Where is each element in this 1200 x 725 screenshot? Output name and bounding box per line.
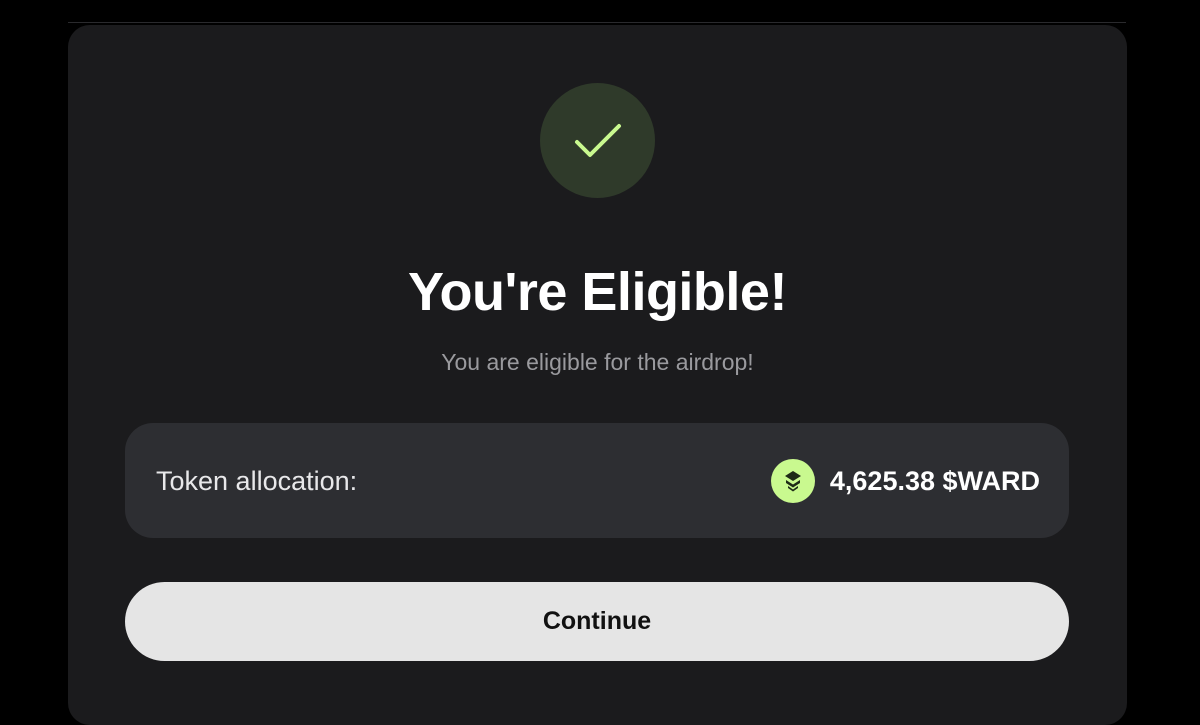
- ward-token-icon: [770, 459, 815, 503]
- checkmark-icon: [574, 123, 621, 157]
- token-allocation-label: Token allocation:: [156, 466, 358, 496]
- modal-title: You're Eligible!: [408, 262, 787, 322]
- modal-subtitle: You are eligible for the airdrop!: [441, 349, 754, 375]
- token-allocation-value: 4,625.38 $WARD: [770, 458, 1040, 504]
- continue-button[interactable]: Continue: [125, 582, 1069, 661]
- token-allocation-card: Token allocation: 4,625.38 $WARD: [125, 423, 1069, 538]
- eligibility-modal: You're Eligible! You are eligible for th…: [68, 25, 1127, 725]
- top-divider: [68, 22, 1126, 23]
- token-allocation-amount: 4,625.38 $WARD: [829, 466, 1040, 496]
- success-badge: [540, 83, 655, 198]
